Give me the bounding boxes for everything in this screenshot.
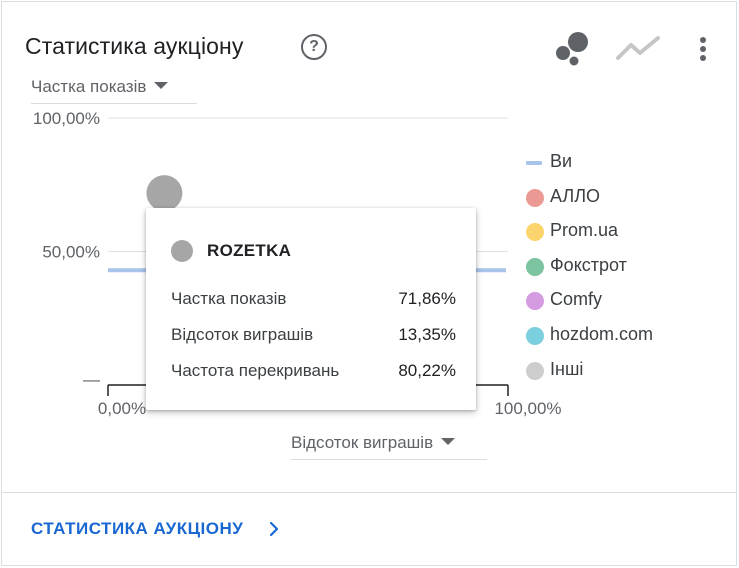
legend-label: АЛЛО (550, 185, 601, 206)
tooltip-row-value: 13,35% (398, 325, 456, 344)
legend-label: Prom.ua (550, 220, 619, 241)
legend-label: Comfy (550, 289, 603, 310)
legend-swatch (526, 361, 544, 380)
tooltip-row-label: Частка показів (171, 289, 287, 308)
line-chart-icon[interactable] (616, 34, 660, 62)
tooltip-row-value: 80,22% (398, 361, 456, 380)
y-axis-metric-dropdown[interactable]: Частка показів (31, 77, 197, 104)
tooltip-competitor-name: ROZETKA (207, 241, 292, 260)
caret-down-icon (441, 438, 456, 446)
bubble-chart-icon[interactable] (554, 31, 592, 67)
chevron-right-icon[interactable] (268, 521, 280, 537)
data-point[interactable] (146, 175, 183, 212)
legend-swatch (526, 161, 542, 165)
more-vert-icon[interactable] (695, 36, 711, 64)
point-tooltip: ROZETKA Частка показів 71,86% Відсоток в… (146, 208, 476, 410)
legend-label: hozdom.com (550, 323, 654, 344)
legend-label: Інші (550, 358, 584, 379)
y-axis-metric-label: Частка показів (31, 77, 147, 96)
tooltip-color-dot (171, 240, 193, 262)
tooltip-row-label: Частота перекривань (171, 361, 340, 380)
tooltip-row-label: Відсоток виграшів (171, 325, 314, 344)
x-axis-metric-label: Відсоток виграшів (291, 433, 434, 452)
help-icon[interactable]: ? (301, 34, 327, 60)
legend-swatch (526, 326, 544, 345)
caret-down-icon (154, 82, 169, 90)
legend-swatch (526, 257, 544, 276)
tooltip-row-value: 71,86% (398, 289, 456, 308)
auction-insights-link[interactable]: СТАТИСТИКА АУКЦІОНУ (31, 519, 243, 539)
x-axis-metric-dropdown[interactable]: Відсоток виграшів (291, 433, 487, 460)
card-divider (1, 492, 737, 493)
card-title: Статистика аукціону (25, 33, 244, 59)
legend-swatch (526, 188, 544, 207)
legend-label: Фокстрот (550, 254, 627, 275)
legend-label: Ви (550, 151, 573, 171)
